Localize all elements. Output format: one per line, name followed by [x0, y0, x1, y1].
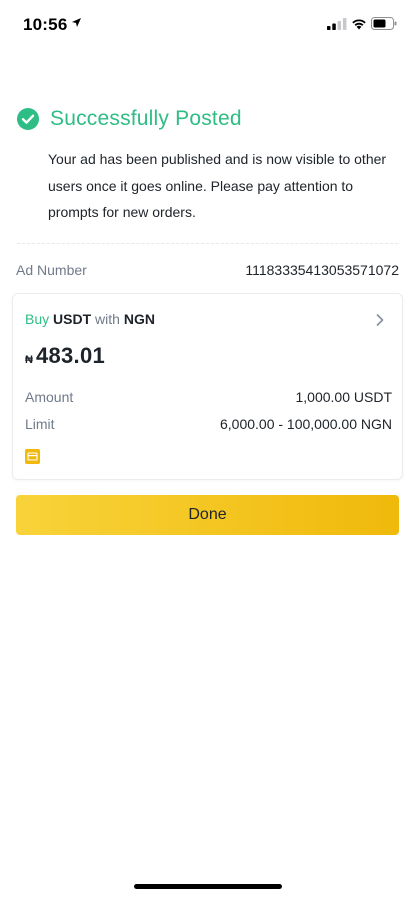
- price-currency-symbol: ₦: [25, 354, 33, 366]
- ad-asset: USDT: [53, 311, 92, 327]
- check-circle-icon: [17, 108, 39, 130]
- cellular-signal-icon: [327, 18, 347, 30]
- limit-label: Limit: [25, 416, 55, 432]
- price-value: 483.01: [35, 343, 106, 368]
- divider: [17, 243, 398, 244]
- amount-value: 1,000.00 USDT: [295, 389, 393, 405]
- ad-price: ₦ 483.01: [25, 343, 105, 369]
- ad-number-value: 11183335413053571072: [245, 262, 399, 278]
- ad-number-row: Ad Number 11183335413053571072: [16, 262, 399, 278]
- ad-fiat: NGN: [123, 311, 155, 327]
- amount-label: Amount: [25, 389, 74, 405]
- limit-value: 6,000.00 - 100,000.00 NGN: [219, 416, 392, 432]
- battery-icon: [371, 17, 397, 30]
- bank-card-icon: [25, 449, 40, 464]
- amount-row: Amount 1,000.00 USDT: [25, 389, 392, 405]
- status-time: 10:56: [23, 15, 68, 34]
- ad-action: Buy: [25, 311, 50, 327]
- ad-card[interactable]: Buy USDT with NGN ₦ 483.01 Amount 1,000.…: [12, 293, 403, 480]
- success-description: Your ad has been published and is now vi…: [48, 151, 387, 220]
- done-button[interactable]: Done: [16, 495, 399, 535]
- limit-row: Limit 6,000.00 - 100,000.00 NGN: [25, 416, 392, 432]
- success-title: Successfully Posted: [50, 107, 242, 130]
- location-arrow-icon: [72, 18, 81, 27]
- ad-number-label: Ad Number: [16, 262, 87, 278]
- ad-card-title: Buy USDT with NGN: [25, 311, 155, 327]
- chevron-right-icon[interactable]: [375, 313, 385, 327]
- home-indicator[interactable]: [134, 884, 282, 889]
- status-bar: 10:56: [0, 0, 415, 50]
- wifi-icon: [352, 19, 366, 30]
- success-header: Successfully Posted: [17, 107, 242, 131]
- ad-with-word: with: [95, 311, 120, 327]
